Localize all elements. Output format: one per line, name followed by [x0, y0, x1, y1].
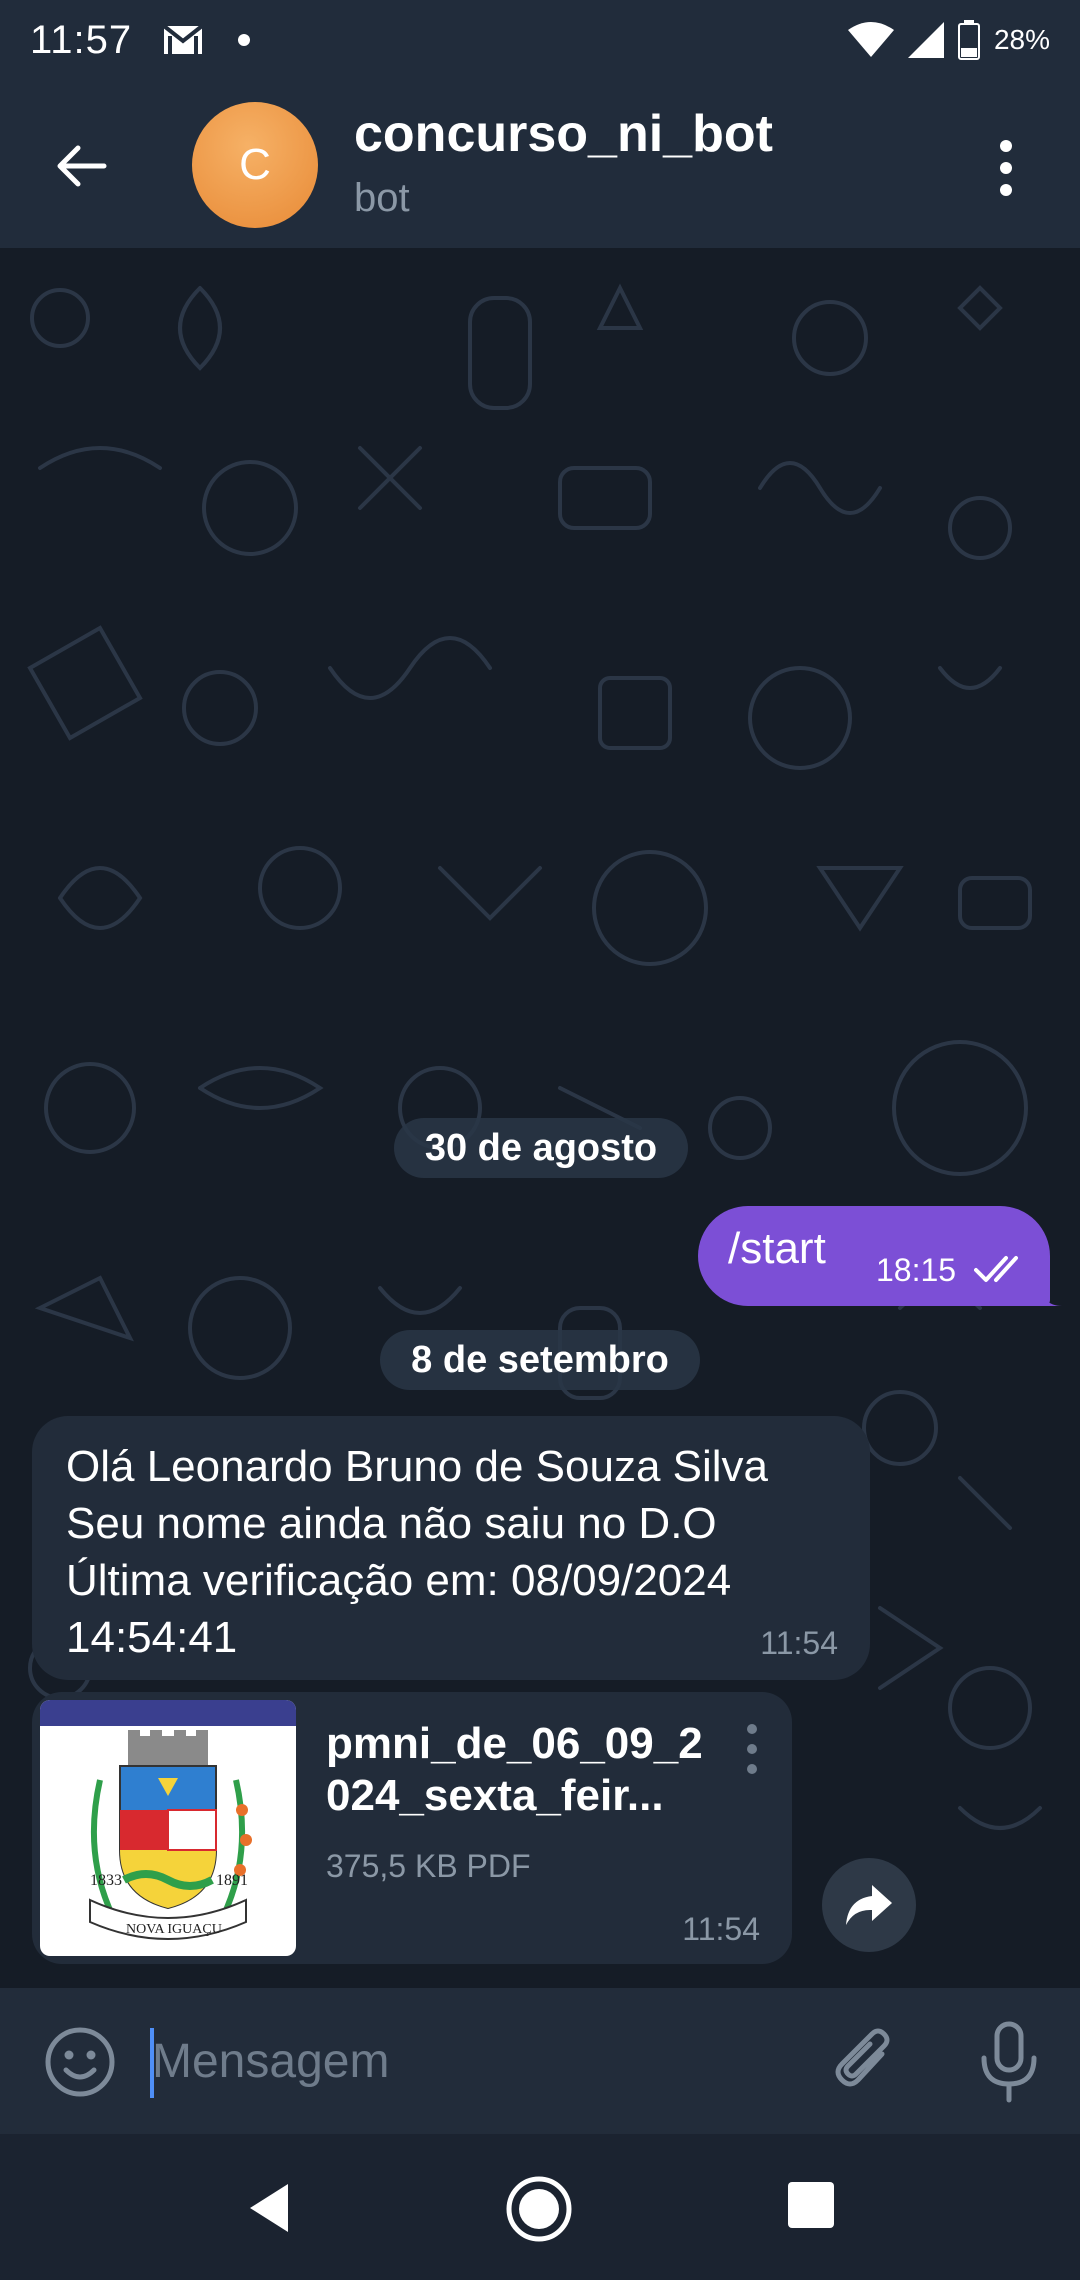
chat-area[interactable]: 30 de agosto /start 18:15 8 de setembro …: [0, 248, 1080, 1988]
file-menu-icon[interactable]: [742, 1722, 762, 1776]
incoming-message-time: 11:54: [760, 1625, 838, 1661]
nav-back-icon[interactable]: [240, 2178, 300, 2238]
double-check-icon: [974, 1256, 1018, 1282]
battery-icon: [957, 20, 980, 60]
file-message[interactable]: 1833 1891 NOVA IGUAÇU pmni_de_06_09_2 02…: [32, 1692, 792, 1964]
nav-home-icon[interactable]: [504, 2174, 574, 2244]
avatar[interactable]: C: [192, 102, 318, 228]
chat-header: C concurso_ni_bot bot: [0, 80, 1080, 248]
share-button[interactable]: [822, 1858, 916, 1952]
nav-recent-icon[interactable]: [786, 2180, 836, 2230]
outgoing-message[interactable]: /start 18:15: [698, 1206, 1050, 1306]
file-thumbnail[interactable]: 1833 1891 NOVA IGUAÇU: [40, 1700, 296, 1956]
status-time: 11:57: [30, 17, 133, 62]
file-name-line: pmni_de_06_09_2: [326, 1719, 703, 1768]
bubble-tail: [1038, 1282, 1062, 1306]
chat-subtitle: bot: [354, 176, 410, 220]
share-icon: [846, 1885, 892, 1925]
status-notification-icons: [162, 24, 251, 56]
dot-icon: [238, 34, 251, 46]
message-input-bar: [0, 1988, 1080, 2134]
more-vert-icon[interactable]: [984, 136, 1028, 200]
incoming-message[interactable]: Olá Leonardo Bruno de Souza Silva Seu no…: [32, 1416, 870, 1680]
emoji-icon[interactable]: [44, 2026, 116, 2098]
file-name-line: 024_sexta_feir...: [326, 1771, 664, 1820]
file-size: 375,5 KB PDF: [326, 1848, 531, 1884]
file-name[interactable]: pmni_de_06_09_2 024_sexta_feir...: [326, 1718, 726, 1822]
date-separator: 8 de setembro: [380, 1330, 700, 1390]
battery-percent: 28%: [993, 24, 1050, 55]
chat-title[interactable]: concurso_ni_bot: [354, 104, 773, 164]
city-coat-of-arms-image: [89, 1730, 252, 1940]
mail-icon: [162, 24, 204, 54]
message-line: Olá Leonardo Bruno de Souza Silva: [66, 1442, 769, 1491]
system-nav-bar: [0, 2134, 1080, 2280]
message-input[interactable]: [150, 2018, 790, 2104]
message-line: 14:54:41: [66, 1613, 238, 1662]
file-message-time: 11:54: [682, 1911, 760, 1947]
message-line: Seu nome ainda não saiu no D.O: [66, 1499, 717, 1548]
back-arrow-icon[interactable]: [52, 138, 108, 194]
outgoing-message-time: 18:15: [876, 1252, 957, 1288]
signal-icon: [907, 22, 944, 58]
mic-icon[interactable]: [974, 2020, 1044, 2104]
status-bar: 11:57 28%: [0, 0, 1080, 80]
wifi-icon: [847, 22, 894, 57]
incoming-message-text: Olá Leonardo Bruno de Souza Silva Seu no…: [66, 1438, 768, 1666]
thumbnail-year-left: 1833: [90, 1872, 122, 1889]
message-line: Última verificação em: 08/09/2024: [66, 1556, 732, 1605]
date-separator: 30 de agosto: [394, 1118, 688, 1178]
attach-icon[interactable]: [830, 2024, 900, 2100]
thumbnail-year-right: 1891: [216, 1872, 248, 1889]
outgoing-message-text: /start: [728, 1224, 826, 1273]
status-system-icons: 28%: [847, 20, 1050, 60]
thumbnail-city-name: NOVA IGUAÇU: [126, 1922, 222, 1937]
